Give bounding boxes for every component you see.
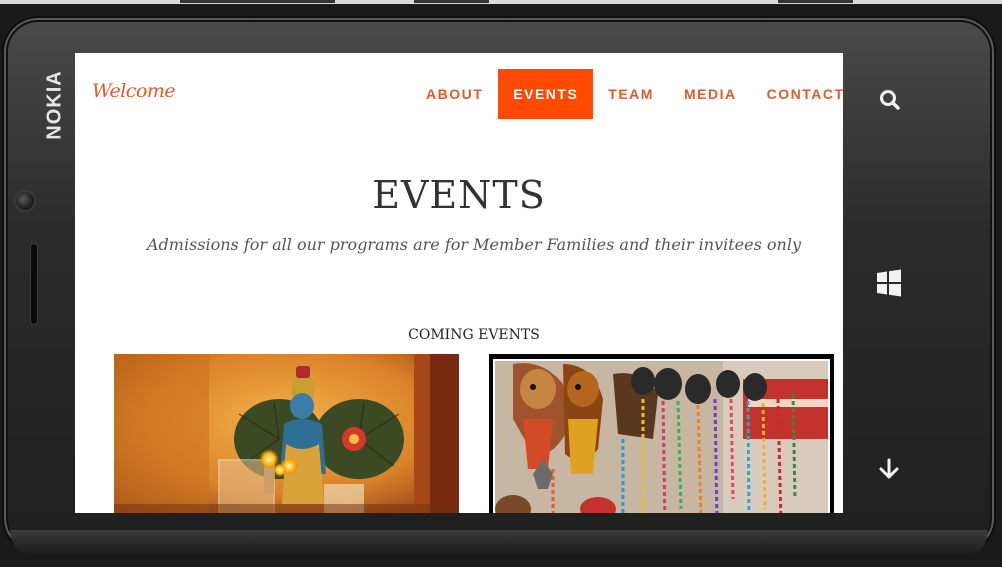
- browser-tab-strip: [0, 0, 1002, 4]
- search-icon[interactable]: [876, 86, 904, 114]
- nav-item-media[interactable]: MEDIA: [669, 69, 752, 119]
- nav-item-events[interactable]: EVENTS: [498, 69, 594, 119]
- event-image-puppets[interactable]: [489, 354, 834, 513]
- nav-item-team[interactable]: TEAM: [593, 69, 669, 119]
- section-title: COMING EVENTS: [408, 327, 540, 343]
- earpiece-speaker: [31, 244, 37, 324]
- phone-screen: Welcome ABOUT EVENTS TEAM MEDIA CONTACT …: [75, 53, 843, 513]
- tab-indicator: [778, 0, 853, 3]
- front-camera: [16, 192, 34, 210]
- nav-menu: ABOUT EVENTS TEAM MEDIA CONTACT: [411, 69, 843, 119]
- tab-indicator: [180, 0, 335, 3]
- svg-text:NOKIA: NOKIA: [43, 70, 65, 139]
- nav-item-about[interactable]: ABOUT: [411, 69, 498, 119]
- site-navbar: Welcome ABOUT EVENTS TEAM MEDIA CONTACT: [75, 53, 843, 133]
- windows-icon[interactable]: [874, 268, 904, 298]
- phone-bottom-edge: [10, 530, 988, 558]
- event-image-shrine[interactable]: [114, 354, 459, 513]
- tab-indicator: [414, 0, 489, 3]
- arrow-down-icon[interactable]: [876, 456, 902, 482]
- page-title: EVENTS: [372, 173, 546, 217]
- nokia-logo: NOKIA: [40, 60, 70, 150]
- site-brand[interactable]: Welcome: [92, 80, 176, 102]
- nav-item-contact[interactable]: CONTACT: [752, 69, 843, 119]
- page-subtitle: Admissions for all our programs are for …: [146, 235, 801, 254]
